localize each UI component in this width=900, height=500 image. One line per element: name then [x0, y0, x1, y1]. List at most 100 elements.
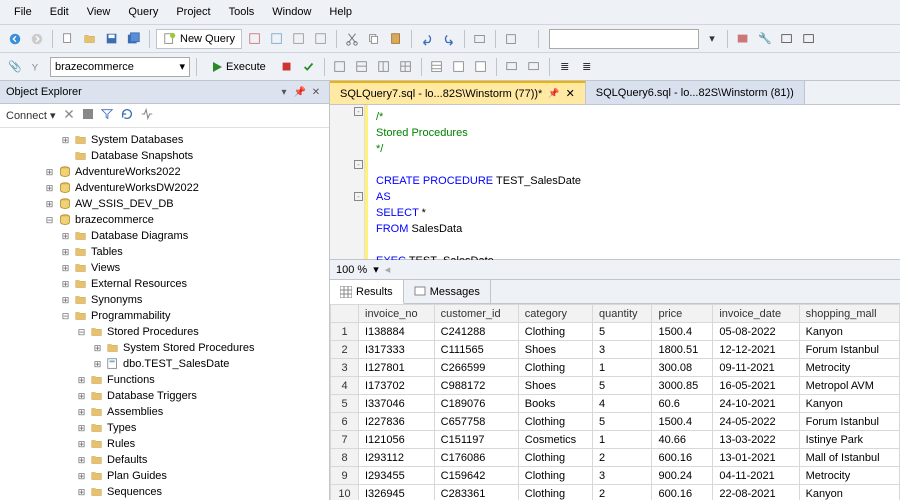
tree-node[interactable]: ⊞Rules [0, 436, 329, 452]
cell[interactable]: 2 [593, 485, 652, 500]
tree-node[interactable]: ⊞Views [0, 260, 329, 276]
tree-node[interactable]: ⊞Plan Guides [0, 468, 329, 484]
cell[interactable]: I317333 [359, 341, 435, 359]
results-grid-icon[interactable] [428, 58, 446, 76]
tree-node[interactable]: ⊞Defaults [0, 452, 329, 468]
cell[interactable]: Kanyon [799, 485, 899, 500]
tree-node[interactable]: ⊞Assemblies [0, 404, 329, 420]
tab-messages[interactable]: Messages [404, 280, 491, 303]
save-icon[interactable] [103, 30, 121, 48]
cell[interactable]: Clothing [518, 449, 592, 467]
tree-node[interactable]: ⊞Functions [0, 372, 329, 388]
menu-view[interactable]: View [79, 3, 119, 21]
new-icon[interactable] [59, 30, 77, 48]
tb2-icon-g1[interactable] [331, 58, 349, 76]
tb-icon-1[interactable] [246, 30, 264, 48]
uncomment-icon[interactable] [525, 58, 543, 76]
menu-file[interactable]: File [6, 3, 40, 21]
fold-icon[interactable]: - [354, 160, 363, 169]
col-header[interactable]: invoice_no [359, 305, 435, 323]
sql-editor[interactable]: - - - /* Stored Procedures */ CREATE PRO… [330, 105, 900, 260]
tb-icon-2[interactable] [268, 30, 286, 48]
tb-icon-6[interactable] [502, 30, 520, 48]
tree-node[interactable]: ⊟brazecommerce [0, 212, 329, 228]
menu-window[interactable]: Window [264, 3, 319, 21]
cell[interactable]: 5 [593, 323, 652, 341]
close-icon[interactable]: ✕ [566, 87, 575, 100]
tb-end-4[interactable] [800, 30, 818, 48]
col-header[interactable]: category [518, 305, 592, 323]
cell[interactable]: I227836 [359, 413, 435, 431]
expand-icon[interactable]: ⊞ [76, 439, 87, 450]
cell[interactable]: Mall of Istanbul [799, 449, 899, 467]
expand-icon[interactable]: ⊞ [76, 471, 87, 482]
expand-icon[interactable]: ⊞ [76, 423, 87, 434]
scroll-left-icon[interactable]: ◂ [385, 263, 391, 276]
cell[interactable]: I138884 [359, 323, 435, 341]
cell[interactable]: Metropol AVM [799, 377, 899, 395]
disconnect-icon[interactable] [62, 107, 76, 124]
expand-icon[interactable]: ⊞ [92, 359, 103, 370]
cell[interactable]: 12-12-2021 [713, 341, 799, 359]
connect-button[interactable]: Connect ▾ [6, 109, 56, 122]
cell[interactable]: 5 [593, 413, 652, 431]
expand-icon[interactable]: ⊞ [76, 487, 87, 498]
expand-icon[interactable]: ⊞ [60, 295, 71, 306]
cell[interactable]: Metrocity [799, 359, 899, 377]
cell[interactable]: 16-05-2021 [713, 377, 799, 395]
table-row[interactable]: 10I326945C283361Clothing2600.1622-08-202… [331, 485, 900, 500]
save-all-icon[interactable] [125, 30, 143, 48]
tree-node[interactable]: ⊟Programmability [0, 308, 329, 324]
expand-icon[interactable]: ⊟ [44, 215, 55, 226]
dropdown-icon[interactable]: ▾ [277, 85, 291, 99]
tab-results[interactable]: Results [330, 280, 404, 304]
tree-node[interactable]: ⊞Types [0, 420, 329, 436]
zoom-value[interactable]: 100 % [336, 264, 367, 276]
cell[interactable]: C159642 [434, 467, 518, 485]
cell[interactable]: 1800.51 [652, 341, 713, 359]
editor-tab[interactable]: SQLQuery6.sql - lo...82S\Winstorm (81)) [586, 81, 805, 104]
cell[interactable]: 13-01-2021 [713, 449, 799, 467]
paste-icon[interactable] [387, 30, 405, 48]
stop-icon[interactable] [82, 108, 94, 123]
table-row[interactable]: 8I293112C176086Clothing2600.1613-01-2021… [331, 449, 900, 467]
cell[interactable]: 1500.4 [652, 413, 713, 431]
cell[interactable]: 900.24 [652, 467, 713, 485]
cell[interactable]: 2 [593, 449, 652, 467]
cell[interactable]: 600.16 [652, 485, 713, 500]
cell[interactable]: 24-10-2021 [713, 395, 799, 413]
results-text-icon[interactable] [450, 58, 468, 76]
parse-icon[interactable] [300, 58, 318, 76]
cell[interactable]: Clothing [518, 413, 592, 431]
menu-help[interactable]: Help [321, 3, 360, 21]
cell[interactable]: C189076 [434, 395, 518, 413]
menu-edit[interactable]: Edit [42, 3, 77, 21]
fold-icon[interactable]: - [354, 192, 363, 201]
cell[interactable]: C283361 [434, 485, 518, 500]
cell[interactable]: I337046 [359, 395, 435, 413]
open-icon[interactable] [81, 30, 99, 48]
indent-icon[interactable]: ≣ [556, 58, 574, 76]
table-row[interactable]: 5I337046C189076Books460.624-10-2021Kanyo… [331, 395, 900, 413]
expand-icon[interactable]: ⊞ [92, 343, 103, 354]
table-row[interactable]: 4I173702C988172Shoes53000.8516-05-2021Me… [331, 377, 900, 395]
cell[interactable]: C111565 [434, 341, 518, 359]
chevron-down-icon[interactable]: ▾ [373, 263, 379, 276]
cell[interactable]: 22-08-2021 [713, 485, 799, 500]
cell[interactable]: I293455 [359, 467, 435, 485]
expand-icon[interactable]: ⊞ [60, 263, 71, 274]
expand-icon[interactable]: ⊞ [76, 407, 87, 418]
execute-button[interactable]: Execute [203, 59, 274, 75]
expand-icon[interactable]: ⊞ [60, 135, 71, 146]
table-row[interactable]: 3I127801C266599Clothing1300.0809-11-2021… [331, 359, 900, 377]
tb-end-2[interactable]: 🔧 [756, 30, 774, 48]
table-row[interactable]: 7I121056C151197Cosmetics140.6613-03-2022… [331, 431, 900, 449]
cut-icon[interactable] [343, 30, 361, 48]
tree-node[interactable]: ⊞System Databases [0, 132, 329, 148]
refresh-icon[interactable] [120, 107, 134, 124]
cell[interactable]: C266599 [434, 359, 518, 377]
cell[interactable]: I293112 [359, 449, 435, 467]
stop-icon[interactable] [278, 58, 296, 76]
nav-fwd-icon[interactable] [28, 30, 46, 48]
pin-icon[interactable]: 📌 [293, 85, 307, 99]
